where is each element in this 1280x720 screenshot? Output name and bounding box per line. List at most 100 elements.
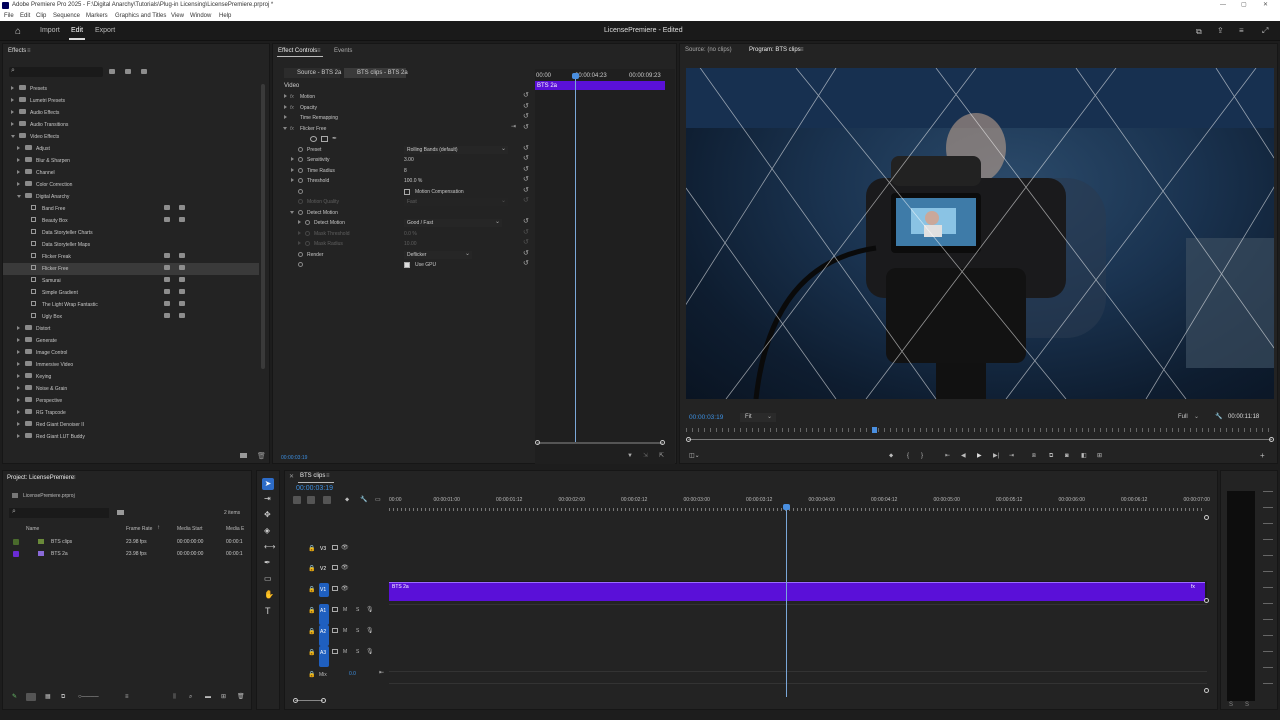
32bit-filter-icon[interactable]	[125, 69, 131, 74]
expand-arrow-icon[interactable]	[298, 220, 301, 224]
effect-property-row[interactable]: ✒	[273, 134, 523, 145]
lock-icon[interactable]: 🔒	[308, 586, 315, 594]
effect-property-row[interactable]: fx Motion	[273, 92, 523, 103]
expand-arrow-icon[interactable]	[17, 338, 20, 343]
maximize-button[interactable]: ▢	[1241, 0, 1247, 11]
add-marker-icon[interactable]: ⬥	[889, 452, 893, 460]
tab-export[interactable]: Export	[95, 27, 115, 34]
mix-lock-icon[interactable]: 🔒	[308, 671, 315, 679]
menu-file[interactable]: File	[4, 11, 14, 21]
track-target[interactable]: A1	[319, 604, 329, 625]
track-target[interactable]: V1	[319, 583, 329, 597]
go-to-out-icon[interactable]: ⇥	[1009, 452, 1014, 460]
tab-events[interactable]: Events	[334, 46, 352, 56]
reset-parameter-icon[interactable]: ↺	[523, 239, 529, 247]
panel-menu-icon[interactable]: ≡	[317, 47, 321, 55]
icon-view-icon[interactable]: ▦	[45, 693, 51, 701]
camera-icon[interactable]: ◙	[1065, 452, 1069, 460]
vertical-scroll-handle-bottom[interactable]	[1204, 688, 1209, 693]
microphone-icon[interactable]: 🎙	[366, 648, 374, 656]
expand-arrow-icon[interactable]	[17, 158, 20, 163]
captions-icon[interactable]: ▭	[375, 496, 381, 504]
ec-zoom-left-handle[interactable]	[535, 440, 540, 445]
expand-arrow-icon[interactable]	[17, 326, 20, 331]
solo-button[interactable]: S	[1229, 701, 1233, 709]
effects-tree-item[interactable]: Red Giant LUT Buddy	[3, 431, 259, 443]
collapse-arrow-icon[interactable]	[290, 210, 294, 214]
solo-button[interactable]: S	[356, 606, 359, 614]
property-dropdown[interactable]: Deflicker ⌄	[404, 250, 472, 259]
expand-arrow-icon[interactable]	[17, 350, 20, 355]
mark-out-icon[interactable]: }	[921, 452, 923, 460]
menu-graphics[interactable]: Graphics and Titles	[115, 11, 166, 21]
yuv-filter-icon[interactable]	[141, 69, 147, 74]
ec-zoom-scrollbar[interactable]	[537, 442, 663, 444]
minimize-button[interactable]: —	[1220, 0, 1226, 11]
snap-toggle-icon[interactable]	[307, 496, 315, 504]
effects-scrollbar[interactable]	[261, 84, 265, 369]
effects-tree-item[interactable]: Color Correction	[3, 179, 259, 191]
project-item[interactable]: BTS 2a 23.98 fps 00:00:00:00 00:00:1	[3, 548, 251, 560]
effects-tree-item[interactable]: Presets	[3, 83, 259, 95]
lock-icon[interactable]: 🔒	[308, 545, 315, 553]
track-target[interactable]: V2	[319, 562, 329, 576]
effects-tree-item[interactable]: Lumetri Presets	[3, 95, 259, 107]
reset-parameter-icon[interactable]: ↺	[523, 124, 529, 132]
panel-menu-icon[interactable]: ≡	[72, 474, 76, 482]
close-button[interactable]: ✕	[1263, 0, 1268, 11]
effects-tree-item[interactable]: Adjust	[3, 143, 259, 155]
sync-lock-icon[interactable]	[332, 545, 338, 550]
linked-selection-icon[interactable]	[323, 496, 331, 504]
effects-tree-item[interactable]: Samurai	[3, 275, 259, 287]
stopwatch-icon[interactable]	[305, 230, 310, 236]
effects-tree-item[interactable]: Ugly Box	[3, 311, 259, 323]
effects-tree-item[interactable]: The Light Wrap Fantastic	[3, 299, 259, 311]
effect-property-row[interactable]: Threshold 100.0 %	[273, 176, 523, 187]
property-value[interactable]: 100.0 %	[404, 177, 422, 185]
effects-tree-item[interactable]: Video Effects	[3, 131, 259, 143]
reset-parameter-icon[interactable]: ↺	[523, 113, 529, 121]
reset-parameter-icon[interactable]: ↺	[523, 176, 529, 184]
source-selector[interactable]: Source - BTS 2a	[284, 68, 341, 78]
list-view-icon[interactable]	[26, 693, 36, 701]
timeline-settings-icon[interactable]: 🔧	[360, 496, 367, 504]
tab-program-monitor[interactable]: Program: BTS clips	[749, 45, 801, 55]
lift-icon[interactable]: ⧈	[1032, 452, 1036, 460]
effects-tree-item[interactable]: Simple Gradient	[3, 287, 259, 299]
stopwatch-icon[interactable]	[298, 209, 303, 215]
effects-search-input[interactable]: ⌕	[9, 67, 103, 77]
delete-icon[interactable]: 🗑	[257, 452, 266, 460]
property-value[interactable]: 8	[404, 167, 407, 175]
sync-lock-icon[interactable]	[332, 565, 338, 570]
vr-icon[interactable]: ⊞	[1097, 452, 1102, 460]
quality-dropdown[interactable]: Full ⌄	[1176, 413, 1204, 422]
type-tool-icon[interactable]: T	[265, 607, 271, 616]
property-dropdown[interactable]: Rolling Bands (default) ⌄	[404, 145, 508, 154]
share-icon[interactable]: ⇪	[1217, 26, 1224, 35]
effects-tree-item[interactable]: Flicker Free	[3, 263, 259, 275]
stopwatch-icon[interactable]	[298, 167, 303, 173]
zoom-bar[interactable]	[688, 439, 1272, 440]
expand-arrow-icon[interactable]	[291, 167, 294, 172]
expand-arrow-icon[interactable]	[17, 182, 20, 187]
effects-tree-item[interactable]: Data Storyteller Charts	[3, 227, 259, 239]
column-media-end[interactable]: Media E	[226, 525, 244, 533]
effects-tree-item[interactable]: Beauty Box	[3, 215, 259, 227]
accelerated-filter-icon[interactable]	[109, 69, 115, 74]
ec-export-icon[interactable]: ⇱	[659, 452, 664, 460]
track-target[interactable]: V3	[319, 542, 329, 556]
effects-tree-item[interactable]: Channel	[3, 167, 259, 179]
add-marker-icon[interactable]: ⬥	[345, 496, 349, 504]
nest-toggle-icon[interactable]	[293, 496, 301, 504]
property-dropdown[interactable]: Good / Fast ⌄	[404, 219, 502, 227]
go-to-in-icon[interactable]: ⇤	[945, 452, 950, 460]
effect-property-row[interactable]: Sensitivity 3.00	[273, 155, 523, 166]
ec-zoom-right-handle[interactable]	[660, 440, 665, 445]
expand-arrow-icon[interactable]	[11, 134, 15, 138]
zoom-left-handle[interactable]	[686, 437, 691, 442]
column-frame-rate[interactable]: Frame Rate	[126, 525, 152, 533]
mix-toggle-icon[interactable]: ⇤	[379, 669, 384, 677]
effects-tree-item[interactable]: Digital Anarchy	[3, 191, 259, 203]
hand-tool-icon[interactable]: ✋	[264, 591, 274, 599]
expand-arrow-icon[interactable]	[17, 410, 20, 415]
